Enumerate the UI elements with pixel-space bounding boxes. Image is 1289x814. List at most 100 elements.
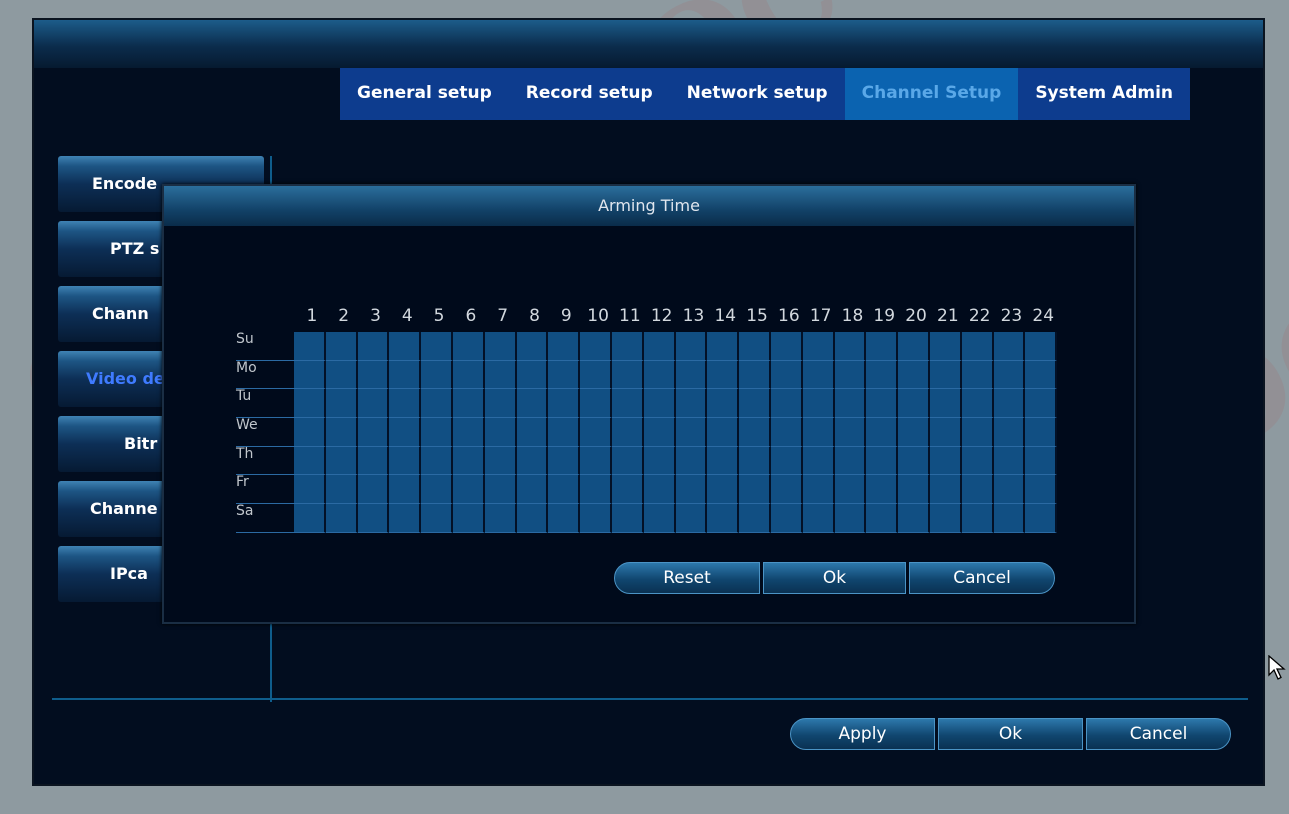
schedule-cell[interactable]: [1025, 475, 1058, 505]
dialog-ok-button[interactable]: Ok: [763, 562, 906, 594]
schedule-cell[interactable]: [452, 360, 485, 390]
schedule-cell[interactable]: [802, 504, 835, 533]
dialog-reset-button[interactable]: Reset: [614, 562, 760, 594]
schedule-cell[interactable]: [1025, 418, 1058, 447]
schedule-cell[interactable]: [834, 446, 867, 476]
schedule-cell[interactable]: [580, 446, 612, 476]
schedule-cell[interactable]: [675, 389, 708, 419]
schedule-cell[interactable]: [580, 475, 612, 505]
tab-general-setup[interactable]: General setup: [340, 68, 509, 120]
schedule-cell[interactable]: [707, 504, 740, 533]
schedule-cell[interactable]: [580, 332, 612, 361]
schedule-cell[interactable]: [389, 360, 422, 390]
schedule-cell[interactable]: [707, 360, 740, 390]
schedule-cell[interactable]: [739, 418, 771, 447]
schedule-cell[interactable]: [834, 360, 867, 390]
schedule-cell[interactable]: [357, 332, 390, 361]
schedule-cell[interactable]: [643, 446, 676, 476]
schedule-cell[interactable]: [739, 360, 771, 390]
schedule-cell[interactable]: [357, 446, 390, 476]
schedule-cell[interactable]: [707, 389, 740, 419]
schedule-cell[interactable]: [484, 360, 517, 390]
schedule-cell[interactable]: [707, 332, 740, 361]
schedule-cell[interactable]: [516, 418, 549, 447]
schedule-cell[interactable]: [929, 418, 962, 447]
schedule-cell[interactable]: [961, 504, 994, 533]
schedule-cell[interactable]: [675, 446, 708, 476]
schedule-cell[interactable]: [611, 332, 644, 361]
schedule-cell[interactable]: [834, 418, 867, 447]
schedule-cell[interactable]: [961, 332, 994, 361]
schedule-cell[interactable]: [548, 418, 581, 447]
schedule-cell[interactable]: [834, 389, 867, 419]
schedule-cell[interactable]: [484, 504, 517, 533]
schedule-cell[interactable]: [643, 504, 676, 533]
schedule-cell[interactable]: [294, 504, 326, 533]
schedule-cell[interactable]: [421, 332, 453, 361]
schedule-cell[interactable]: [516, 504, 549, 533]
schedule-cell[interactable]: [866, 389, 899, 419]
schedule-cell[interactable]: [929, 332, 962, 361]
schedule-cell[interactable]: [643, 332, 676, 361]
schedule-cell[interactable]: [294, 418, 326, 447]
schedule-cell[interactable]: [898, 446, 930, 476]
schedule-cell[interactable]: [516, 475, 549, 505]
schedule-cell[interactable]: [484, 389, 517, 419]
tab-channel-setup[interactable]: Channel Setup: [844, 68, 1019, 120]
schedule-cell[interactable]: [739, 475, 771, 505]
schedule-cell[interactable]: [770, 332, 803, 361]
schedule-cell[interactable]: [484, 475, 517, 505]
schedule-cell[interactable]: [421, 389, 453, 419]
schedule-cell[interactable]: [929, 389, 962, 419]
schedule-cell[interactable]: [611, 504, 644, 533]
schedule-cell[interactable]: [516, 446, 549, 476]
schedule-cell[interactable]: [325, 418, 358, 447]
schedule-cell[interactable]: [802, 475, 835, 505]
schedule-cell[interactable]: [421, 446, 453, 476]
schedule-cell[interactable]: [675, 475, 708, 505]
schedule-cell[interactable]: [1025, 332, 1058, 361]
schedule-cell[interactable]: [516, 332, 549, 361]
schedule-cell[interactable]: [707, 418, 740, 447]
schedule-cell[interactable]: [739, 504, 771, 533]
schedule-cell[interactable]: [325, 446, 358, 476]
schedule-cell[interactable]: [866, 475, 899, 505]
schedule-cell[interactable]: [961, 360, 994, 390]
schedule-cell[interactable]: [993, 504, 1026, 533]
schedule-cell[interactable]: [611, 446, 644, 476]
schedule-cell[interactable]: [643, 418, 676, 447]
schedule-cell[interactable]: [421, 504, 453, 533]
schedule-cell[interactable]: [580, 504, 612, 533]
schedule-cell[interactable]: [802, 332, 835, 361]
schedule-cell[interactable]: [294, 475, 326, 505]
schedule-cell[interactable]: [325, 504, 358, 533]
schedule-cell[interactable]: [357, 475, 390, 505]
schedule-cell[interactable]: [580, 418, 612, 447]
schedule-cell[interactable]: [516, 360, 549, 390]
schedule-cell[interactable]: [993, 418, 1026, 447]
schedule-cell[interactable]: [866, 418, 899, 447]
tab-system-admin[interactable]: System Admin: [1018, 68, 1190, 120]
schedule-cell[interactable]: [675, 360, 708, 390]
schedule-cell[interactable]: [707, 446, 740, 476]
schedule-cell[interactable]: [675, 504, 708, 533]
schedule-cell[interactable]: [325, 332, 358, 361]
tab-network-setup[interactable]: Network setup: [670, 68, 845, 120]
schedule-cell[interactable]: [643, 389, 676, 419]
schedule-cell[interactable]: [1025, 446, 1058, 476]
schedule-cell[interactable]: [421, 475, 453, 505]
dialog-cancel-button[interactable]: Cancel: [909, 562, 1055, 594]
schedule-cell[interactable]: [580, 360, 612, 390]
schedule-cell[interactable]: [389, 504, 422, 533]
schedule-cell[interactable]: [993, 360, 1026, 390]
schedule-cell[interactable]: [421, 418, 453, 447]
schedule-cell[interactable]: [866, 360, 899, 390]
ok-button[interactable]: Ok: [938, 718, 1083, 750]
schedule-cell[interactable]: [389, 389, 422, 419]
schedule-cell[interactable]: [707, 475, 740, 505]
schedule-cell[interactable]: [548, 389, 581, 419]
schedule-cell[interactable]: [357, 504, 390, 533]
schedule-cell[interactable]: [898, 418, 930, 447]
schedule-cell[interactable]: [452, 418, 485, 447]
schedule-cell[interactable]: [548, 360, 581, 390]
